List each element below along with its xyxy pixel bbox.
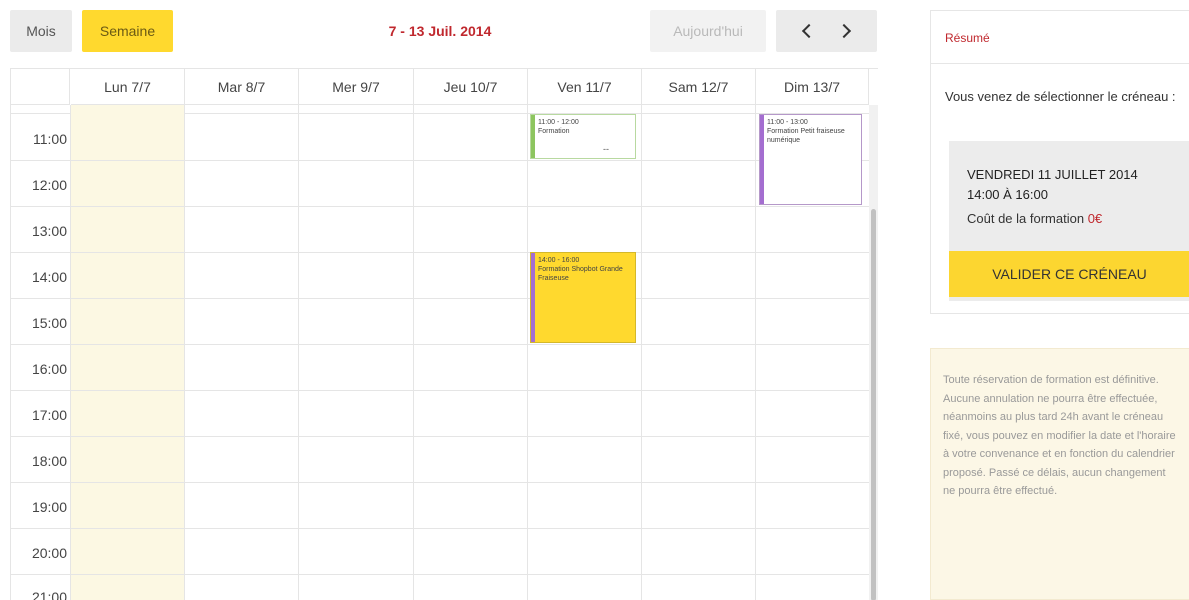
event-resize-handle[interactable]: -- [603,145,609,154]
event-color-bar [760,115,764,204]
grid-row-line [11,298,869,299]
cancellation-notice: Toute réservation de formation est défin… [930,348,1189,600]
event-title: Formation Shopbot Grande Fraiseuse [538,266,623,282]
event-time: 11:00 - 12:00 [538,119,579,126]
grid-column-line [755,105,756,600]
summary-title: Résumé [931,11,1189,64]
cost-label: Coût de la formation [967,211,1085,226]
grid-row-line [11,252,869,253]
time-label: 19:00 [31,499,67,515]
navigation-buttons [776,10,877,52]
event-time: 14:00 - 16:00 [538,257,580,264]
day-header-wed: Mer 9/7 [299,69,414,105]
time-gutter-header [11,69,70,105]
grid-column-line [527,105,528,600]
chevron-right-icon[interactable] [836,23,851,39]
time-label: 16:00 [31,361,67,377]
grid-row-line [11,160,869,161]
time-label: 11:00 [33,131,67,147]
time-label: 15:00 [31,315,67,331]
time-label: 17:00 [31,407,67,423]
time-label: 13:00 [31,223,67,239]
summary-panel: Résumé Vous venez de sélectionner le cré… [930,10,1189,314]
slot-cost: Coût de la formation 0€ [967,209,1102,229]
grid-column-line [298,105,299,600]
grid-column-line [70,105,71,600]
grid-row-line [11,206,869,207]
day-header-sun: Dim 13/7 [756,69,869,105]
validate-slot-button[interactable]: VALIDER CE CRÉNEAU [949,251,1189,297]
time-label: 21:00 [31,589,67,600]
week-view-button[interactable]: Semaine [82,10,173,52]
grid-row-line [11,390,869,391]
slot-date: VENDREDI 11 JUILLET 2014 [967,167,1138,182]
month-view-button[interactable]: Mois [10,10,72,52]
time-label: 20:00 [31,545,67,561]
today-column [71,105,184,600]
selected-calendar-event[interactable]: 14:00 - 16:00 Formation Shopbot Grande F… [530,252,636,343]
today-button[interactable]: Aujourd'hui [650,10,766,52]
grid-row-line [11,574,869,575]
day-header-tue: Mar 8/7 [185,69,299,105]
time-label: 14:00 [31,269,67,285]
event-color-bar [531,115,535,158]
grid-row-line [11,344,869,345]
grid-column-line [641,105,642,600]
time-label: 12:00 [31,177,67,193]
calendar-event[interactable]: 11:00 - 12:00 Formation -- [530,114,636,159]
selected-slot-box: VENDREDI 11 JUILLET 2014 14:00 À 16:00 C… [949,141,1189,301]
week-calendar: Lun 7/7 Mar 8/7 Mer 9/7 Jeu 10/7 Ven 11/… [10,68,878,600]
event-color-bar [531,253,535,342]
cost-value: 0€ [1087,211,1103,226]
day-header-thu: Jeu 10/7 [414,69,528,105]
event-title: Formation [538,128,570,135]
time-label: 18:00 [31,453,67,469]
slot-time: 14:00 À 16:00 [967,187,1048,202]
day-header-sat: Sam 12/7 [642,69,756,105]
scrollbar-thumb[interactable] [871,209,876,600]
grid-column-line [413,105,414,600]
chevron-left-icon[interactable] [802,23,817,39]
summary-intro: Vous venez de sélectionner le créneau : [945,89,1176,104]
grid-row-line [11,436,869,437]
event-time: 11:00 - 13:00 [767,119,808,126]
day-header-mon: Lun 7/7 [71,69,185,105]
grid-column-line [184,105,185,600]
day-header-fri: Ven 11/7 [528,69,642,105]
grid-row-line [11,482,869,483]
grid-row-line [11,528,869,529]
calendar-event[interactable]: 11:00 - 13:00 Formation Petit fraiseuse … [759,114,862,205]
event-title: Formation Petit fraiseuse numérique [767,128,845,144]
date-range-title: 7 - 13 Juil. 2014 [388,23,492,39]
